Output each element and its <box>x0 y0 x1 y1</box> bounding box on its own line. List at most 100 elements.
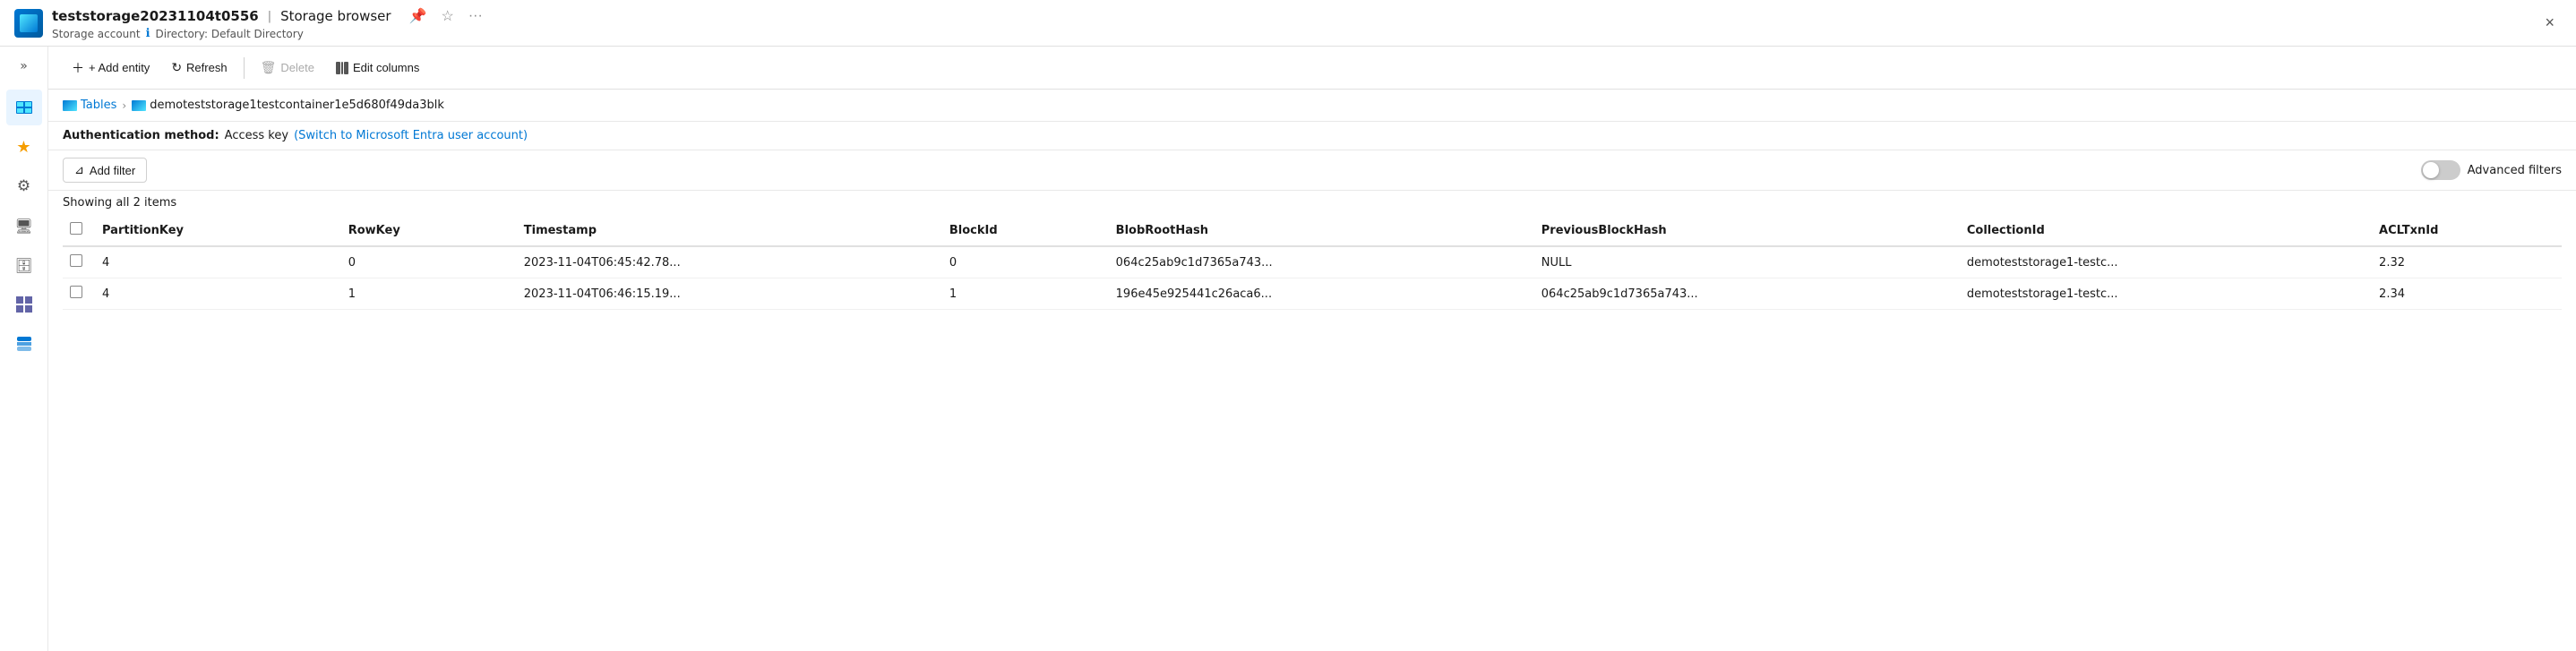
auth-bar: Authentication method: Access key (Switc… <box>48 122 2576 150</box>
switch-auth-link[interactable]: (Switch to Microsoft Entra user account) <box>294 129 528 142</box>
refresh-label: Refresh <box>186 61 228 74</box>
content-area: ＋ + Add entity ↻ Refresh 🗑 Delete <box>48 47 2576 651</box>
col-row-key: RowKey <box>338 215 513 246</box>
col-acl-txn-id-label: ACLTxnId <box>2379 224 2438 237</box>
sidebar-item-tables[interactable] <box>6 90 42 125</box>
table-container[interactable]: PartitionKey RowKey Timestamp BlockId Bl <box>48 215 2576 651</box>
cell-rowKey: 1 <box>338 278 513 310</box>
sidebar-item-storage[interactable]: 🗄 <box>6 247 42 283</box>
toolbar: ＋ + Add entity ↻ Refresh 🗑 Delete <box>48 47 2576 90</box>
col-partition-key: PartitionKey <box>91 215 338 246</box>
star-icon: ★ <box>14 137 34 157</box>
toggle-knob <box>2423 162 2439 178</box>
cell-previousBlockHash: 064c25ab9c1d7365a743... <box>1531 278 1956 310</box>
col-block-id: BlockId <box>939 215 1105 246</box>
refresh-button[interactable]: ↻ Refresh <box>162 56 236 80</box>
cell-blockId: 1 <box>939 278 1105 310</box>
add-entity-label: + Add entity <box>89 61 150 74</box>
add-filter-label: Add filter <box>90 164 135 177</box>
col-timestamp: Timestamp <box>513 215 939 246</box>
breadcrumb-container-label: demoteststorage1testcontainer1e5d680f49d… <box>150 99 444 112</box>
tables-breadcrumb-icon <box>63 100 77 111</box>
row-checkbox-cell <box>63 246 91 278</box>
data-table: PartitionKey RowKey Timestamp BlockId Bl <box>63 215 2562 310</box>
breadcrumb-bar: Tables › demoteststorage1testcontainer1e… <box>48 90 2576 122</box>
cell-timestamp: 2023-11-04T06:45:42.78... <box>513 246 939 278</box>
items-count: Showing all 2 items <box>48 191 2576 215</box>
chevron-right-icon: » <box>20 59 28 73</box>
cell-collectionId: demoteststorage1-testc... <box>1956 246 2368 278</box>
sidebar-item-settings[interactable]: ⚙ <box>6 168 42 204</box>
auth-method-label: Authentication method: <box>63 129 219 142</box>
breadcrumb-chevron: › <box>122 99 126 112</box>
main-layout: » ★ ⚙ 🖥 🗄 <box>0 47 2576 651</box>
info-icon: ℹ <box>146 27 150 40</box>
container-breadcrumb-icon <box>132 100 146 111</box>
row-checkbox-cell <box>63 278 91 310</box>
sidebar-item-monitor[interactable]: 🖥 <box>6 208 42 244</box>
cell-partitionKey: 4 <box>91 246 338 278</box>
table-header: PartitionKey RowKey Timestamp BlockId Bl <box>63 215 2562 246</box>
col-prev-block-hash: PreviousBlockHash <box>1531 215 1956 246</box>
app-name: teststorage20231104t0556 <box>52 8 259 24</box>
sidebar-item-grid[interactable] <box>6 287 42 322</box>
cell-blockId: 0 <box>939 246 1105 278</box>
title-icons: 📌 ☆ ··· <box>406 5 486 27</box>
directory-label: Directory: Default Directory <box>156 28 304 40</box>
refresh-icon: ↻ <box>171 60 182 75</box>
cell-collectionId: demoteststorage1-testc... <box>1956 278 2368 310</box>
app-icon-inner <box>20 14 38 32</box>
table-row[interactable]: 402023-11-04T06:45:42.78...0064c25ab9c1d… <box>63 246 2562 278</box>
breadcrumb-tables-label: Tables <box>81 99 116 112</box>
close-button[interactable]: × <box>2537 10 2562 36</box>
delete-icon: 🗑 <box>261 60 277 75</box>
col-collection-id: CollectionId <box>1956 215 2368 246</box>
sidebar: » ★ ⚙ 🖥 🗄 <box>0 47 48 651</box>
pin-icon[interactable]: 📌 <box>406 5 431 27</box>
add-entity-button[interactable]: ＋ + Add entity <box>63 55 159 81</box>
delete-label: Delete <box>280 61 314 74</box>
col-collection-id-label: CollectionId <box>1967 224 2045 237</box>
app-icon <box>14 9 43 38</box>
title-bar-left: teststorage20231104t0556 | Storage brows… <box>14 5 2537 40</box>
advanced-filters-toggle[interactable] <box>2421 160 2460 180</box>
table-body: 402023-11-04T06:45:42.78...0064c25ab9c1d… <box>63 246 2562 310</box>
grid-icon <box>14 295 34 314</box>
col-blob-root-hash-label: BlobRootHash <box>1116 224 1208 237</box>
filter-bar: ⊿ Add filter Advanced filters <box>48 150 2576 191</box>
col-acl-txn-id: ACLTxnId <box>2368 215 2562 246</box>
advanced-filters-section: Advanced filters <box>2421 160 2562 180</box>
bookmark-icon[interactable]: ☆ <box>438 5 458 27</box>
cell-partitionKey: 4 <box>91 278 338 310</box>
subtitle-row: Storage account ℹ Directory: Default Dir… <box>52 27 486 40</box>
cell-timestamp: 2023-11-04T06:46:15.19... <box>513 278 939 310</box>
edit-columns-label: Edit columns <box>353 61 419 74</box>
sidebar-item-database[interactable] <box>6 326 42 362</box>
cell-rowKey: 0 <box>338 246 513 278</box>
delete-button[interactable]: 🗑 Delete <box>252 56 323 80</box>
add-filter-button[interactable]: ⊿ Add filter <box>63 158 147 183</box>
tables-icon <box>14 98 34 117</box>
table-row[interactable]: 412023-11-04T06:46:15.19...1196e45e92544… <box>63 278 2562 310</box>
more-icon[interactable]: ··· <box>465 6 486 26</box>
database-icon <box>14 334 34 354</box>
add-icon: ＋ <box>72 59 84 77</box>
cell-previousBlockHash: NULL <box>1531 246 1956 278</box>
sidebar-toggle[interactable]: » <box>8 54 40 79</box>
col-partition-key-label: PartitionKey <box>102 224 184 237</box>
row-checkbox[interactable] <box>70 254 82 267</box>
gear-icon: ⚙ <box>14 176 34 196</box>
breadcrumb-tables[interactable]: Tables <box>63 99 116 112</box>
storage-account-label: Storage account <box>52 28 141 40</box>
col-block-id-label: BlockId <box>949 224 998 237</box>
edit-columns-button[interactable]: Edit columns <box>327 56 428 79</box>
page-title: Storage browser <box>280 8 391 24</box>
row-checkbox[interactable] <box>70 286 82 298</box>
filter-icon: ⊿ <box>74 163 84 177</box>
advanced-filters-label: Advanced filters <box>2468 164 2562 177</box>
title-bar: teststorage20231104t0556 | Storage brows… <box>0 0 2576 47</box>
sidebar-item-favorites[interactable]: ★ <box>6 129 42 165</box>
col-blob-root-hash: BlobRootHash <box>1105 215 1531 246</box>
select-all-checkbox[interactable] <box>70 222 82 235</box>
cell-aclTxnId: 2.32 <box>2368 246 2562 278</box>
